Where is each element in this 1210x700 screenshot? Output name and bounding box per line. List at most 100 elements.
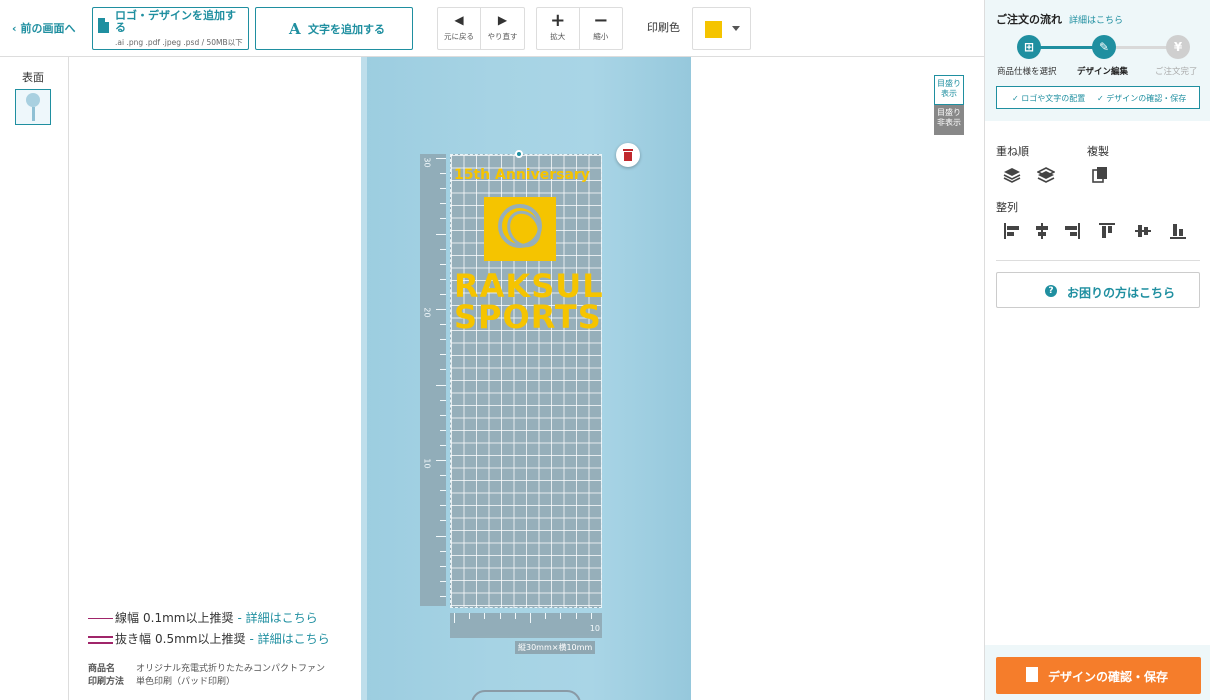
zoom-out-label: 縮小: [593, 32, 609, 41]
product-name-row: 商品名 オリジナル充電式折りたたみコンパクトファン: [88, 661, 325, 674]
zoom-group: + 拡大 − 縮小: [536, 7, 623, 50]
plus-icon: +: [550, 10, 566, 31]
confirm-save-button[interactable]: デザインの確認・保存: [996, 657, 1201, 694]
ruler-mark-10: 10: [422, 458, 432, 469]
ruler-tick: [454, 613, 455, 623]
ruler-tick: [440, 399, 446, 401]
flow-detail-link[interactable]: 詳細はこちら: [1069, 13, 1123, 26]
guide-off-button[interactable]: 目盛り非表示: [934, 105, 964, 135]
ruler-tick: [575, 613, 577, 619]
ruler-tick: [469, 613, 471, 619]
step-2-label: デザイン編集: [1077, 67, 1129, 77]
rotate-handle[interactable]: [515, 150, 523, 158]
ruler-tick: [499, 613, 501, 619]
add-text-label: 文字を追加する: [308, 23, 385, 36]
help-button[interactable]: ? お困りの方はこちら: [996, 272, 1200, 308]
add-logo-button[interactable]: ロゴ・デザインを追加する .ai .png .pdf .jpeg .psd / …: [92, 7, 249, 50]
minus-icon: −: [593, 10, 609, 31]
align-right-icon[interactable]: [1063, 222, 1081, 240]
history-group: ◀ 元に戻る ▶ やり直す: [437, 7, 525, 50]
gift-icon: ⊞: [1017, 35, 1041, 59]
confirm-save-label: デザインの確認・保存: [1048, 670, 1169, 684]
ruler-tick: [436, 309, 446, 310]
ruler-tick: [440, 550, 446, 552]
ruler-tick: [436, 384, 446, 386]
ruler-tick: [440, 248, 446, 250]
cta-area: デザインの確認・保存: [985, 645, 1210, 700]
align-bottom-icon[interactable]: [1169, 222, 1187, 240]
ruler-tick: [484, 613, 486, 619]
ruler-tick: [440, 369, 446, 371]
undo-button[interactable]: ◀ 元に戻る: [438, 8, 481, 49]
bring-forward-icon[interactable]: [1003, 166, 1021, 184]
add-text-button[interactable]: A 文字を追加する: [255, 7, 413, 50]
substep-confirm: ✓ デザインの確認・保存: [1097, 94, 1187, 103]
product-meta: 商品名 オリジナル充電式折りたたみコンパクトファン 印刷方法 単色印刷（パッド印刷）: [88, 661, 325, 687]
back-link[interactable]: ‹ 前の画面へ: [12, 20, 76, 36]
order-flow: ご注文の流れ 詳細はこちら ⊞ ✎ ¥ 商品仕様を選択 デザイン編集 ご注文完了…: [985, 0, 1210, 121]
cutout-width-note: 抜き幅 0.5mm以上推奨 - 詳細はこちら: [88, 630, 330, 651]
file-format-hint: .ai .png .pdf .jpeg .psd / 50MB以下: [115, 38, 243, 47]
thick-line-icon: [88, 635, 113, 644]
ruler-tick: [514, 613, 516, 619]
delete-icon[interactable]: [616, 143, 640, 167]
ruler-tick: [440, 173, 446, 175]
redo-label: やり直す: [487, 32, 518, 41]
ruler-tick: [440, 263, 446, 265]
ruler-tick: [560, 613, 562, 619]
undo-icon: ◀: [454, 13, 464, 27]
ruler-tick: [440, 218, 446, 220]
align-middle-v-icon[interactable]: [1134, 222, 1152, 240]
zoom-out-button[interactable]: − 縮小: [580, 8, 623, 49]
print-notes: 線幅 0.1mm以上推奨 - 詳細はこちら 抜き幅 0.5mm以上推奨 - 詳細はこちら: [88, 609, 330, 651]
design-canvas[interactable]: 30 20 10 10 縦30mm×横10mm 15th Anniversary…: [70, 57, 984, 700]
text-a-icon: A: [289, 20, 301, 38]
redo-button[interactable]: ▶ やり直す: [481, 8, 524, 49]
step-3-label: ご注文完了: [1155, 67, 1198, 77]
cutout-width-detail-link[interactable]: - 詳細はこちら: [249, 632, 329, 646]
guide-toggle: 目盛り表示 目盛り非表示: [934, 75, 964, 135]
caret-down-icon: [732, 26, 740, 31]
file-icon: [98, 18, 109, 33]
color-swatch: [705, 21, 722, 38]
add-logo-label: ロゴ・デザインを追加する: [115, 9, 236, 34]
ruler-tick: [440, 188, 446, 190]
line-width-note: 線幅 0.1mm以上推奨 - 詳細はこちら: [88, 609, 330, 630]
ruler-tick: [530, 613, 531, 623]
ruler-tick: [436, 158, 446, 159]
substeps-box: ✓ ロゴや文字の配置 ✓ デザインの確認・保存: [996, 86, 1200, 109]
ruler-tick: [440, 444, 446, 446]
print-method-value: 単色印刷（パッド印刷）: [136, 677, 236, 687]
align-center-h-icon[interactable]: [1033, 222, 1051, 240]
ruler-mark-30: 30: [422, 157, 432, 168]
brand-line-2: SPORTS: [454, 298, 602, 336]
ruler-tick: [436, 460, 446, 461]
design-logo-image[interactable]: [484, 197, 556, 261]
cutout-width-value: 0.5mm以上推奨: [155, 632, 246, 646]
ruler-tick: [440, 324, 446, 326]
product-name-value: オリジナル充電式折りたたみコンパクトファン: [136, 664, 326, 674]
align-top-icon[interactable]: [1098, 222, 1116, 240]
ruler-tick: [440, 520, 446, 522]
page-front-thumbnail[interactable]: [15, 89, 51, 125]
yen-icon: ¥: [1166, 35, 1190, 59]
pencil-icon: ✎: [1092, 35, 1116, 59]
duplicate-icon[interactable]: [1091, 166, 1109, 184]
product-handle: [471, 690, 581, 700]
line-width-detail-link[interactable]: - 詳細はこちら: [237, 611, 317, 625]
zoom-in-button[interactable]: + 拡大: [537, 8, 580, 49]
align-left-icon[interactable]: [1003, 222, 1021, 240]
page-list: 表面: [0, 57, 69, 700]
ruler-tick: [440, 595, 446, 597]
line-width-label: 線幅: [115, 611, 140, 625]
ruler-tick: [440, 278, 446, 280]
design-anniversary-text[interactable]: 15th Anniversary: [454, 167, 590, 183]
print-color-select[interactable]: [692, 7, 751, 50]
help-label: お困りの方はこちら: [1067, 286, 1176, 300]
ruler-tick: [436, 233, 446, 235]
ruler-tick: [440, 429, 446, 431]
send-backward-icon[interactable]: [1037, 166, 1055, 184]
design-brand-text[interactable]: RAKSUL SPORTS: [454, 270, 604, 336]
vertical-ruler: 30 20 10: [420, 154, 446, 606]
guide-on-button[interactable]: 目盛り表示: [934, 75, 964, 105]
